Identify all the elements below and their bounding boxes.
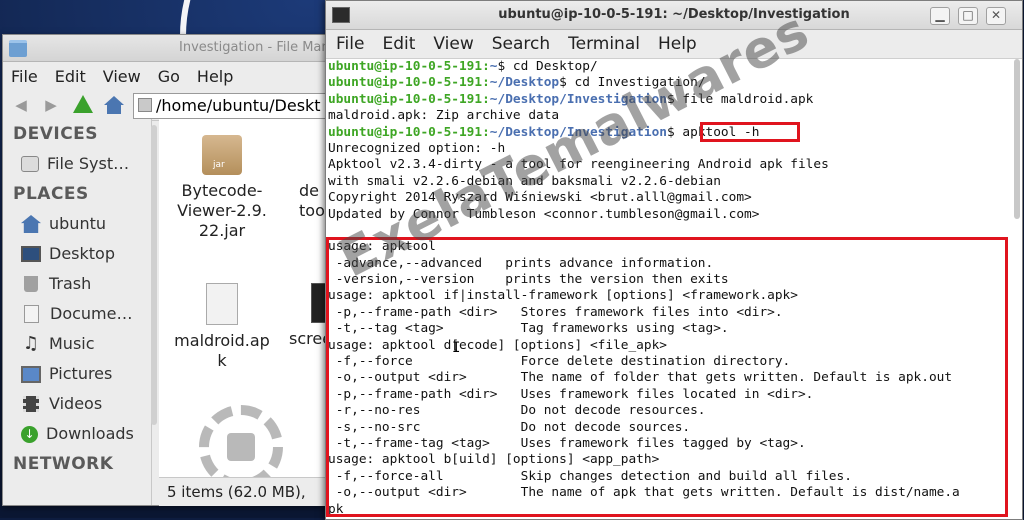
sidebar-item-label: File Syst… (47, 154, 130, 173)
location-path: /home/ubuntu/Deskt (156, 96, 321, 115)
prompt-user: ubuntu@ip-10-0-5-191: (328, 75, 490, 91)
prompt-path: ~/Desktop/Investigation (489, 124, 667, 140)
terminal-line: Apktool v2.3.4-dirty - a tool for reengi… (328, 157, 829, 173)
file-name: maldroid.ap k (174, 331, 270, 370)
pictures-icon (21, 365, 41, 383)
file-item-bytecode-viewer[interactable]: Bytecode- Viewer-2.9. 22.jar (167, 135, 277, 241)
trash-icon (24, 276, 38, 292)
terminal-titlebar[interactable]: ubuntu@ip-10-0-5-191: ~/Desktop/Investig… (326, 1, 1022, 30)
terminal-line: ubuntu@ip-10-0-5-191:~/Desktop/Investiga… (328, 125, 1020, 141)
home-icon (21, 215, 41, 233)
sidebar-section-places: PLACES (13, 184, 89, 204)
sidebar-item-documents[interactable]: Docume… (3, 299, 151, 329)
command-text: $ cd Desktop/ (497, 59, 598, 74)
document-icon (24, 305, 39, 323)
menu-help[interactable]: Help (658, 34, 697, 54)
menu-edit[interactable]: Edit (55, 67, 86, 86)
sidebar-item-trash[interactable]: Trash (3, 269, 151, 299)
up-arrow-icon[interactable] (73, 95, 93, 113)
sidebar-item-label: Videos (49, 394, 103, 413)
sidebar-item-label: Docume… (50, 304, 133, 323)
terminal-line: ubuntu@ip-10-0-5-191:~$ cd Desktop/ (328, 59, 1020, 75)
prompt-user: ubuntu@ip-10-0-5-191: (328, 59, 490, 74)
terminal-line: Copyright 2014 Ryszard Wiśniewski <brut.… (328, 190, 752, 206)
sidebar-item-desktop[interactable]: Desktop (3, 239, 151, 269)
sidebar-item-label: Downloads (46, 424, 134, 443)
prompt-path: ~/Desktop/Investigation (489, 91, 667, 107)
menu-search[interactable]: Search (492, 34, 550, 54)
terminal-line: ubuntu@ip-10-0-5-191:~/Desktop/Investiga… (328, 92, 1020, 108)
terminal-line: Updated by Connor Tumbleson <connor.tumb… (328, 206, 760, 222)
sidebar-item-ubuntu[interactable]: ubuntu (3, 209, 151, 239)
prompt-user: ubuntu@ip-10-0-5-191: (328, 124, 490, 140)
terminal-window: ubuntu@ip-10-0-5-191: ~/Desktop/Investig… (325, 0, 1023, 520)
menu-view[interactable]: View (103, 67, 141, 86)
file-manager-toolbar: ◀ ▶ /home/ubuntu/Deskt (3, 90, 349, 121)
location-bar[interactable]: /home/ubuntu/Deskt (133, 93, 349, 119)
menu-go[interactable]: Go (158, 67, 180, 86)
menu-terminal[interactable]: Terminal (568, 34, 640, 54)
sidebar-item-pictures[interactable]: Pictures (3, 359, 151, 389)
sidebar-item-music[interactable]: ♫ Music (3, 329, 151, 359)
terminal-title: ubuntu@ip-10-0-5-191: ~/Desktop/Investig… (498, 7, 850, 22)
music-icon: ♫ (22, 333, 40, 354)
desktop-icon (21, 246, 41, 262)
sidebar-section-network: NETWORK (13, 454, 114, 474)
highlight-box-command (700, 122, 800, 142)
sidebar-item-downloads[interactable]: ↓ Downloads (3, 419, 151, 449)
back-arrow-icon[interactable]: ◀ (11, 96, 31, 114)
terminal-scrollbar[interactable] (1014, 59, 1020, 219)
forward-arrow-icon[interactable]: ▶ (41, 96, 61, 114)
terminal-line: Unrecognized option: -h (328, 140, 506, 156)
jar-file-icon (202, 135, 242, 175)
maximize-icon[interactable]: □ (958, 7, 978, 25)
drive-icon (21, 156, 39, 172)
menu-file[interactable]: File (11, 67, 38, 86)
prompt-path: ~ (489, 59, 498, 74)
command-text: $ cd Investigation/ (559, 75, 706, 91)
menu-help[interactable]: Help (197, 67, 233, 86)
apk-file-icon (206, 283, 238, 325)
sidebar-item-label: Desktop (49, 244, 115, 263)
highlight-box-usage (326, 237, 1008, 517)
sidebar-scrollbar[interactable] (151, 125, 157, 425)
terminal-line: ubuntu@ip-10-0-5-191:~/Desktop$ cd Inves… (328, 75, 1020, 91)
path-icon (138, 98, 152, 112)
videos-icon (23, 396, 39, 412)
folder-icon (9, 40, 27, 57)
menu-edit[interactable]: Edit (382, 34, 415, 54)
file-name: Bytecode- Viewer-2.9. 22.jar (177, 181, 267, 240)
close-icon[interactable]: ✕ (986, 7, 1006, 25)
sidebar-item-label: Trash (49, 274, 92, 293)
menu-view[interactable]: View (433, 34, 473, 54)
sidebar-item-label: Music (49, 334, 95, 353)
command-text: $ file maldroid.apk (667, 91, 814, 107)
prompt-path: ~/Desktop (489, 75, 560, 91)
file-manager-titlebar[interactable]: Investigation - File Mana (3, 35, 347, 62)
minimize-icon[interactable]: ▁ (930, 7, 950, 25)
sidebar-section-devices: DEVICES (13, 124, 99, 144)
sidebar: DEVICES File Syst… PLACES ubuntu Desktop… (3, 119, 152, 505)
file-manager-title: Investigation - File Mana (179, 40, 338, 55)
menu-file[interactable]: File (336, 34, 364, 54)
text-cursor-icon: I (452, 340, 461, 356)
downloads-icon: ↓ (21, 425, 38, 443)
terminal-line: maldroid.apk: Zip archive data (328, 108, 560, 124)
sidebar-item-filesystem[interactable]: File Syst… (3, 149, 151, 179)
terminal-line: with smali v2.2.6-debian and baksmali v2… (328, 173, 721, 189)
sidebar-item-label: Pictures (49, 364, 113, 383)
terminal-menubar: File Edit View Search Terminal Help (326, 30, 1022, 59)
sidebar-item-videos[interactable]: Videos (3, 389, 151, 419)
file-manager-window: Investigation - File Mana File Edit View… (2, 34, 355, 506)
prompt-user: ubuntu@ip-10-0-5-191: (328, 91, 490, 107)
sidebar-item-label: ubuntu (49, 214, 106, 233)
file-item-maldroid-apk[interactable]: maldroid.ap k (167, 283, 277, 371)
home-icon[interactable] (103, 95, 125, 115)
file-manager-menubar: File Edit View Go Help (3, 62, 347, 90)
